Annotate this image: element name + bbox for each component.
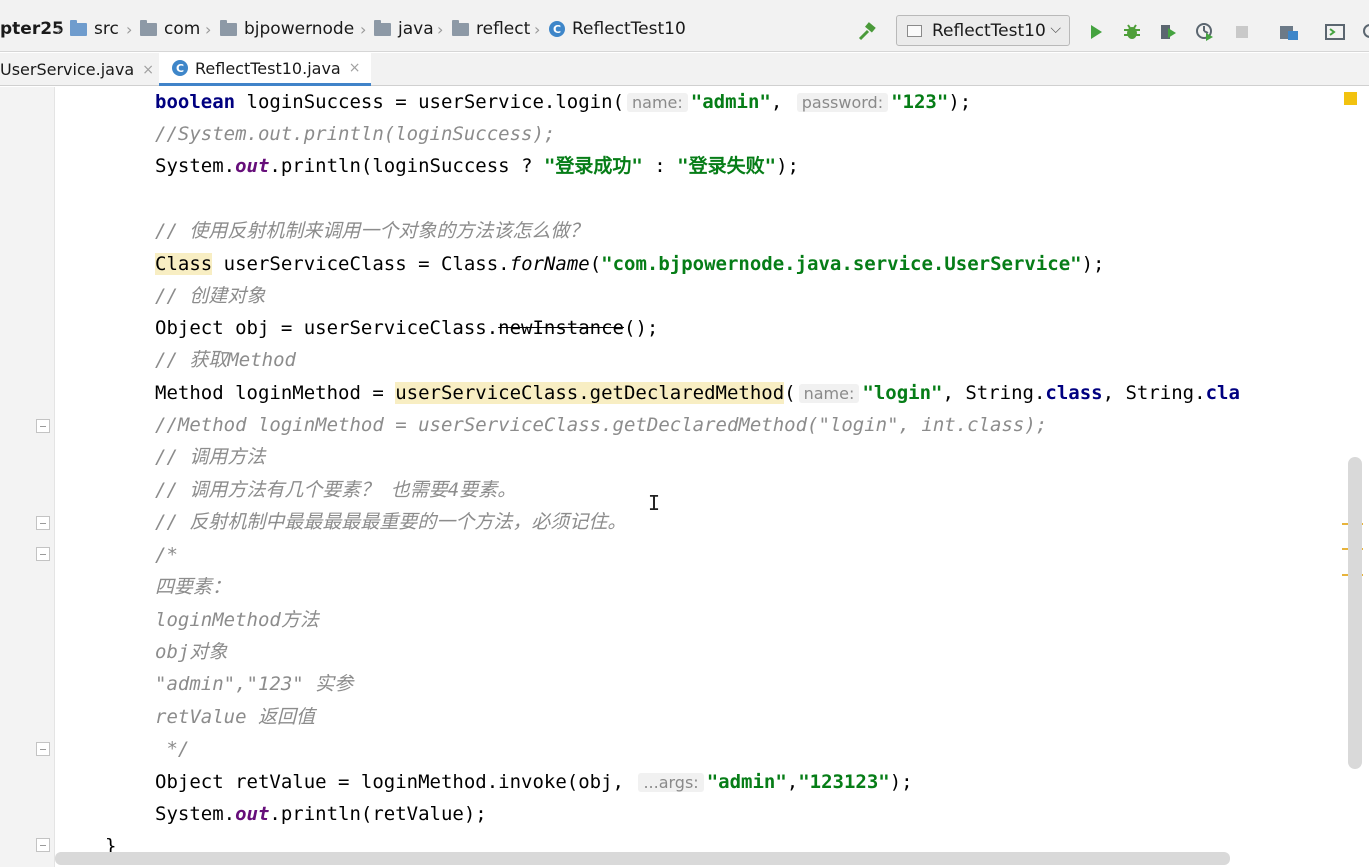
parameter-hint: name: — [627, 93, 688, 112]
code-line: boolean loginSuccess = userService.login… — [155, 91, 972, 113]
parameter-hint: name: — [798, 384, 860, 403]
code-line: System.out.println(retValue); — [155, 803, 487, 825]
chevron-right-icon: › — [126, 20, 133, 39]
code-comment: // 获取Method — [155, 349, 296, 371]
code-comment: // 调用方法 — [155, 446, 266, 468]
debug-icon[interactable] — [1121, 21, 1143, 43]
code-comment: //Method loginMethod = userServiceClass.… — [155, 414, 1048, 436]
code-line: Object retValue = loginMethod.invoke(obj… — [155, 771, 913, 793]
breadcrumb-reflect[interactable]: reflect — [452, 18, 530, 40]
profile-icon[interactable] — [1194, 21, 1216, 43]
code-comment: "admin","123" 实参 — [155, 673, 354, 695]
blue-folder-icon — [70, 19, 87, 36]
code-comment: // 反射机制中最最最最最重要的一个方法，必须记住。 — [155, 511, 627, 533]
code-comment: 四要素： — [155, 576, 232, 598]
breadcrumb-src[interactable]: src — [70, 18, 119, 40]
code-comment: */ — [155, 738, 190, 760]
chevron-right-icon: › — [360, 20, 367, 39]
chevron-right-icon: › — [437, 20, 444, 39]
breadcrumb-java[interactable]: java — [374, 18, 434, 40]
chevron-right-icon: › — [205, 20, 212, 39]
parameter-hint: password: — [796, 93, 889, 112]
folder-icon — [140, 19, 157, 36]
search-icon[interactable] — [1358, 21, 1369, 43]
build-hammer-icon[interactable] — [856, 21, 878, 43]
stop-icon[interactable] — [1231, 21, 1253, 43]
tab-userservice[interactable]: UserService.java × — [0, 53, 158, 86]
code-comment: obj对象 — [155, 641, 228, 663]
editor-tab-bar: UserService.java × C ReflectTest10.java … — [0, 53, 1369, 86]
close-icon[interactable]: × — [142, 62, 154, 78]
terminal-icon[interactable] — [1324, 21, 1346, 43]
code-comment: retValue 返回值 — [155, 706, 315, 728]
close-icon[interactable]: × — [349, 60, 361, 76]
run-configuration-select[interactable]: ReflectTest10 ⌵ — [896, 15, 1070, 46]
code-comment: //System.out.println(loginSuccess); — [155, 123, 556, 145]
coverage-icon[interactable] — [1157, 21, 1179, 43]
text-cursor-icon: I — [648, 491, 661, 515]
folder-icon — [374, 19, 391, 36]
folder-icon — [452, 19, 469, 36]
code-comment: /* — [155, 544, 178, 566]
breadcrumb-com[interactable]: com — [140, 18, 200, 40]
breadcrumb-bjpowernode[interactable]: bjpowernode — [220, 18, 354, 40]
code-line: System.out.println(loginSuccess ? "登录成功"… — [155, 155, 799, 177]
project-structure-icon[interactable] — [1278, 21, 1300, 43]
folder-icon — [220, 19, 237, 36]
code-comment: // 调用方法有几个要素？ 也需要4要素。 — [155, 479, 517, 501]
chevron-down-icon: ⌵ — [1050, 21, 1061, 37]
horizontal-scrollbar[interactable] — [55, 852, 1230, 865]
chevron-right-icon: › — [534, 20, 541, 39]
code-line: Object obj = userServiceClass.newInstanc… — [155, 317, 659, 339]
tab-reflecttest10[interactable]: C ReflectTest10.java × — [159, 53, 371, 86]
menu-bar[interactable] — [0, 0, 1369, 8]
code-editor[interactable]: boolean loginSuccess = userService.login… — [0, 87, 1369, 867]
navigation-toolbar: pter25 › src › com › bjpowernode › java … — [0, 8, 1369, 52]
breadcrumb-reflecttest10[interactable]: C ReflectTest10 — [549, 18, 686, 40]
breadcrumb-project[interactable]: pter25 — [0, 18, 64, 40]
warning-indicator-icon[interactable] — [1344, 92, 1357, 105]
run-icon[interactable] — [1085, 21, 1107, 43]
code-line: Class userServiceClass = Class.forName("… — [155, 253, 1105, 275]
code-comment: loginMethod方法 — [155, 609, 319, 631]
code-area[interactable]: boolean loginSuccess = userService.login… — [0, 87, 1369, 867]
vertical-scrollbar[interactable] — [1348, 457, 1362, 769]
class-icon: C — [172, 60, 188, 76]
code-comment: // 使用反射机制来调用一个对象的方法该怎么做？ — [155, 220, 589, 242]
chevron-right-icon: › — [56, 20, 63, 39]
configuration-icon — [907, 24, 922, 37]
class-icon: C — [549, 21, 565, 37]
parameter-hint: ...args: — [638, 773, 704, 792]
code-line: Method loginMethod = userServiceClass.ge… — [155, 382, 1240, 404]
code-comment: // 创建对象 — [155, 285, 266, 307]
